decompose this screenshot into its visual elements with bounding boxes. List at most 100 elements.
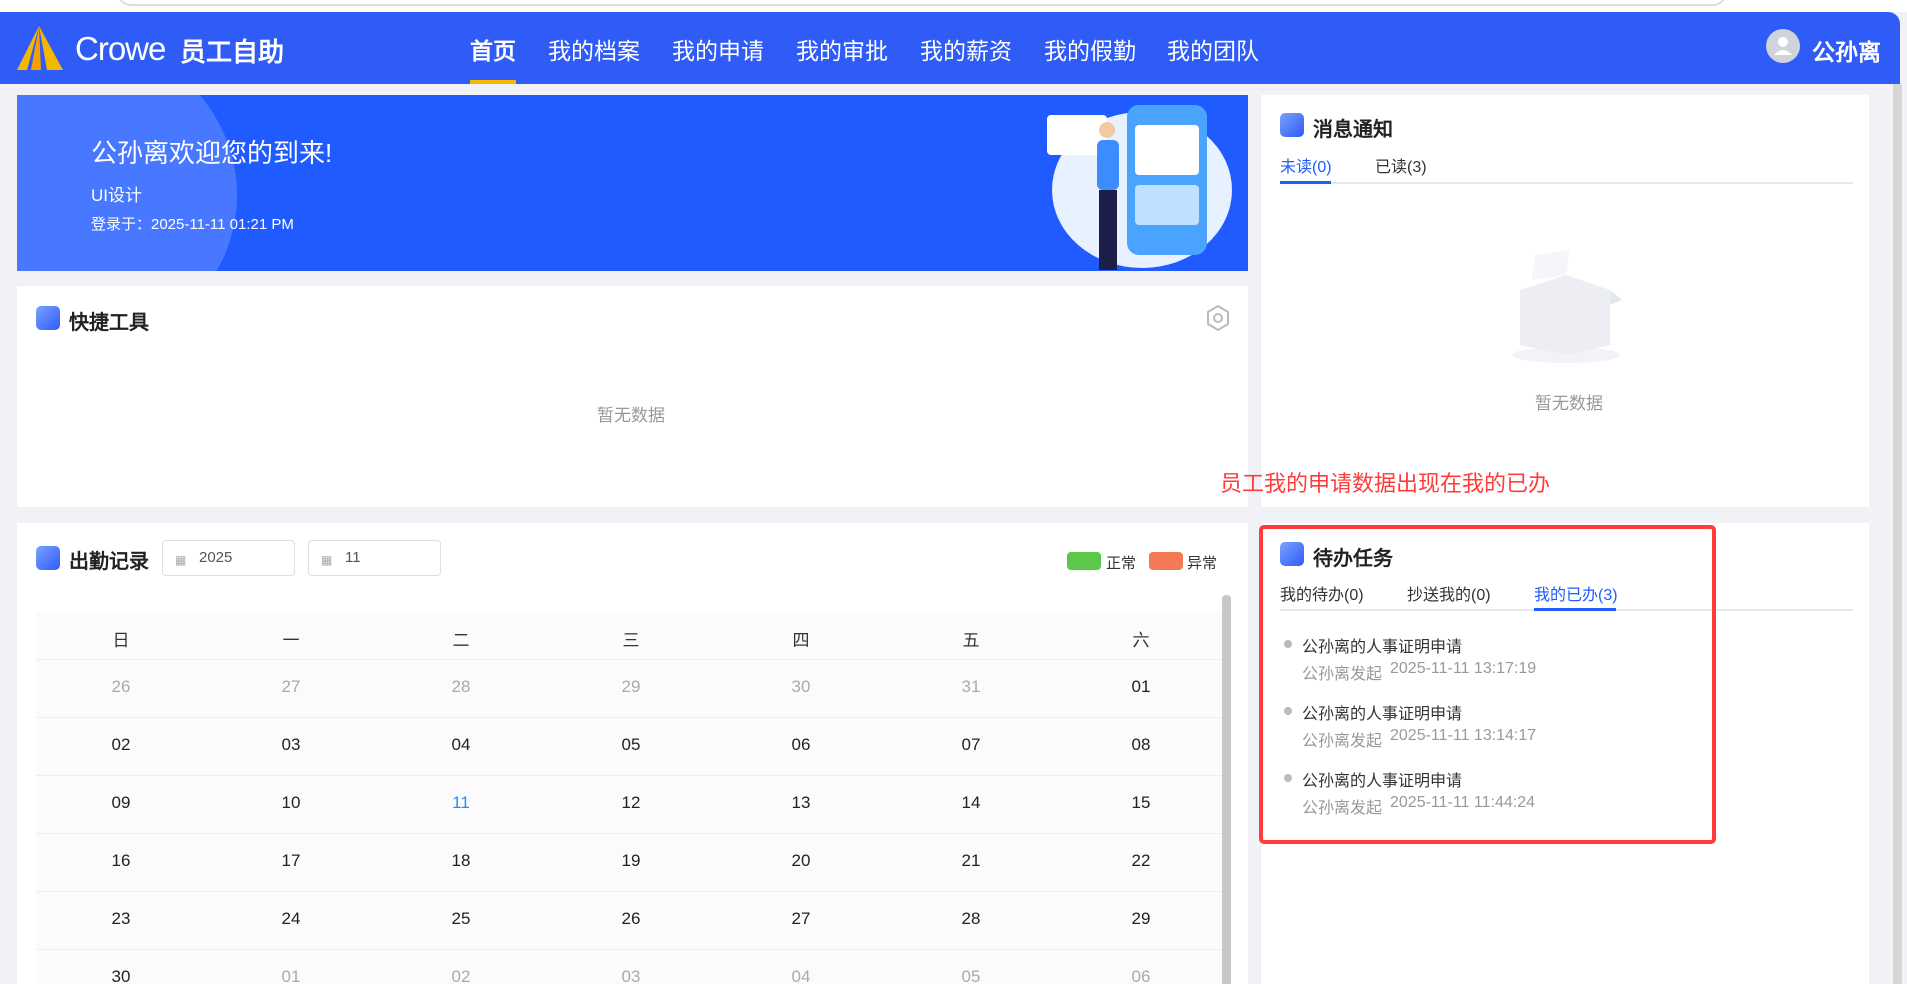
document-icon <box>36 546 60 570</box>
calendar-day[interactable]: 31 <box>886 677 1056 697</box>
calendar-day[interactable]: 14 <box>886 793 1056 813</box>
calendar-day[interactable]: 17 <box>206 851 376 871</box>
tab-my-done[interactable]: 我的已办(3) <box>1534 581 1618 605</box>
calendar-day[interactable]: 23 <box>36 909 206 929</box>
welcome-text: 公孙离欢迎您的到来! <box>91 138 333 168</box>
weekday-header: 二 <box>452 631 470 650</box>
calendar-day[interactable]: 02 <box>36 735 206 755</box>
calendar-day[interactable]: 27 <box>716 909 886 929</box>
calendar-day[interactable]: 26 <box>546 909 716 929</box>
tab-read[interactable]: 已读(3) <box>1375 153 1427 177</box>
weekday-header: 三 <box>622 631 640 650</box>
calendar-day[interactable]: 04 <box>716 967 886 984</box>
bullet-icon <box>1284 774 1292 782</box>
calendar-day[interactable]: 28 <box>376 677 546 697</box>
calendar-day[interactable]: 06 <box>1056 967 1226 984</box>
calendar-day[interactable]: 09 <box>36 793 206 813</box>
nav-approvals[interactable]: 我的审批 <box>796 32 888 66</box>
row-divider <box>36 659 1222 660</box>
nav-leave[interactable]: 我的假勤 <box>1044 32 1136 66</box>
calendar-day[interactable]: 22 <box>1056 851 1226 871</box>
calendar-day[interactable]: 15 <box>1056 793 1226 813</box>
page-scrollbar[interactable] <box>1893 84 1902 984</box>
task-initiator: 公孙离发起 <box>1302 733 1383 750</box>
attendance-card: 出勤记录 2025 11 ▦ ▦ 正常 异常 日一二三四五六 26 27 28 29 30… <box>17 523 1248 984</box>
calendar-day[interactable]: 06 <box>716 735 886 755</box>
legend-abnormal-label: 异常 <box>1187 555 1218 572</box>
task-item[interactable]: 公孙离的人事证明申请 公孙离发起 2025-11-11 13:17:19 <box>1280 633 1840 693</box>
calendar-day[interactable]: 08 <box>1056 735 1226 755</box>
calendar-day[interactable]: 29 <box>546 677 716 697</box>
calendar-day[interactable]: 18 <box>376 851 546 871</box>
calendar-icon: ▦ <box>175 553 187 567</box>
calendar-day[interactable]: 01 <box>1056 677 1226 697</box>
calendar-day[interactable]: 19 <box>546 851 716 871</box>
grid-icon <box>36 306 60 330</box>
app-name: 员工自助 <box>180 37 285 67</box>
calendar-day[interactable]: 03 <box>206 735 376 755</box>
tab-unread[interactable]: 未读(0) <box>1280 153 1332 177</box>
empty-text: 暂无数据 <box>597 406 665 425</box>
messages-title: 消息通知 <box>1313 119 1393 141</box>
annotation-note: 员工我的申请数据出现在我的已办 <box>1220 471 1551 496</box>
tab-my-todo[interactable]: 我的待办(0) <box>1280 581 1364 605</box>
user-icon <box>1774 37 1792 55</box>
empty-box-icon <box>1512 250 1622 363</box>
task-item[interactable]: 公孙离的人事证明申请 公孙离发起 2025-11-11 13:14:17 <box>1280 700 1840 760</box>
calendar-day[interactable]: 28 <box>886 909 1056 929</box>
calendar-day[interactable]: 02 <box>376 967 546 984</box>
legend-abnormal-swatch <box>1149 552 1183 570</box>
calendar-icon: ▦ <box>321 553 333 567</box>
tasks-card: 待办任务 我的待办(0) 抄送我的(0) 我的已办(3) 公孙离的人事证明申请 … <box>1261 523 1869 984</box>
attendance-title: 出勤记录 <box>69 551 149 573</box>
crowe-logo-icon <box>17 26 63 70</box>
nav-team[interactable]: 我的团队 <box>1167 32 1259 66</box>
calendar-day[interactable]: 03 <box>546 967 716 984</box>
banner-illustration-icon <box>1047 105 1232 270</box>
messages-card: 消息通知 未读(0) 已读(3) 暂无数据 <box>1261 95 1869 507</box>
tasks-title: 待办任务 <box>1313 548 1393 570</box>
calendar-grid: 日一二三四五六 26 27 28 29 30 31 01 02 03 04 05 06 07 08 09 10 1… <box>36 612 1222 984</box>
calendar-day[interactable]: 11 <box>376 793 546 813</box>
calendar-day[interactable]: 01 <box>206 967 376 984</box>
user-position: UI设计 <box>91 186 142 205</box>
calendar-day[interactable]: 21 <box>886 851 1056 871</box>
calendar-day[interactable]: 29 <box>1056 909 1226 929</box>
task-title: 公孙离的人事证明申请 <box>1302 706 1463 723</box>
top-header: Crowe 员工自助 首页 我的档案 我的申请 我的审批 我的薪资 我的假勤 我… <box>0 12 1900 84</box>
calendar-day[interactable]: 24 <box>206 909 376 929</box>
weekday-header: 五 <box>962 631 980 650</box>
calendar-day[interactable]: 26 <box>36 677 206 697</box>
calendar-scrollbar[interactable] <box>1222 595 1231 984</box>
calendar-day[interactable]: 16 <box>36 851 206 871</box>
task-title: 公孙离的人事证明申请 <box>1302 773 1463 790</box>
calendar-day[interactable]: 05 <box>546 735 716 755</box>
calendar-day[interactable]: 13 <box>716 793 886 813</box>
user-name[interactable]: 公孙离 <box>1812 33 1881 67</box>
calendar-day[interactable]: 10 <box>206 793 376 813</box>
calendar-day[interactable]: 07 <box>886 735 1056 755</box>
active-tab-indicator <box>1280 181 1331 184</box>
calendar-day[interactable]: 12 <box>546 793 716 813</box>
calendar-day[interactable]: 25 <box>376 909 546 929</box>
row-divider <box>36 833 1222 834</box>
weekday-header: 日 <box>112 631 130 650</box>
calendar-day[interactable]: 27 <box>206 677 376 697</box>
settings-icon[interactable] <box>1205 304 1231 332</box>
task-item[interactable]: 公孙离的人事证明申请 公孙离发起 2025-11-11 11:44:24 <box>1280 767 1840 827</box>
avatar[interactable] <box>1766 29 1800 63</box>
calendar-day[interactable]: 30 <box>36 967 206 984</box>
nav-profile[interactable]: 我的档案 <box>548 32 640 66</box>
tab-cc-me[interactable]: 抄送我的(0) <box>1407 581 1491 605</box>
calendar-day[interactable]: 20 <box>716 851 886 871</box>
nav-applications[interactable]: 我的申请 <box>672 32 764 66</box>
nav-salary[interactable]: 我的薪资 <box>920 32 1012 66</box>
tabs-divider <box>1280 182 1853 184</box>
row-divider <box>36 891 1222 892</box>
logo-text: Crowe <box>75 30 166 67</box>
calendar-day[interactable]: 04 <box>376 735 546 755</box>
calendar-day[interactable]: 05 <box>886 967 1056 984</box>
nav-home[interactable]: 首页 <box>470 32 516 66</box>
calendar-day[interactable]: 30 <box>716 677 886 697</box>
row-divider <box>36 949 1222 950</box>
